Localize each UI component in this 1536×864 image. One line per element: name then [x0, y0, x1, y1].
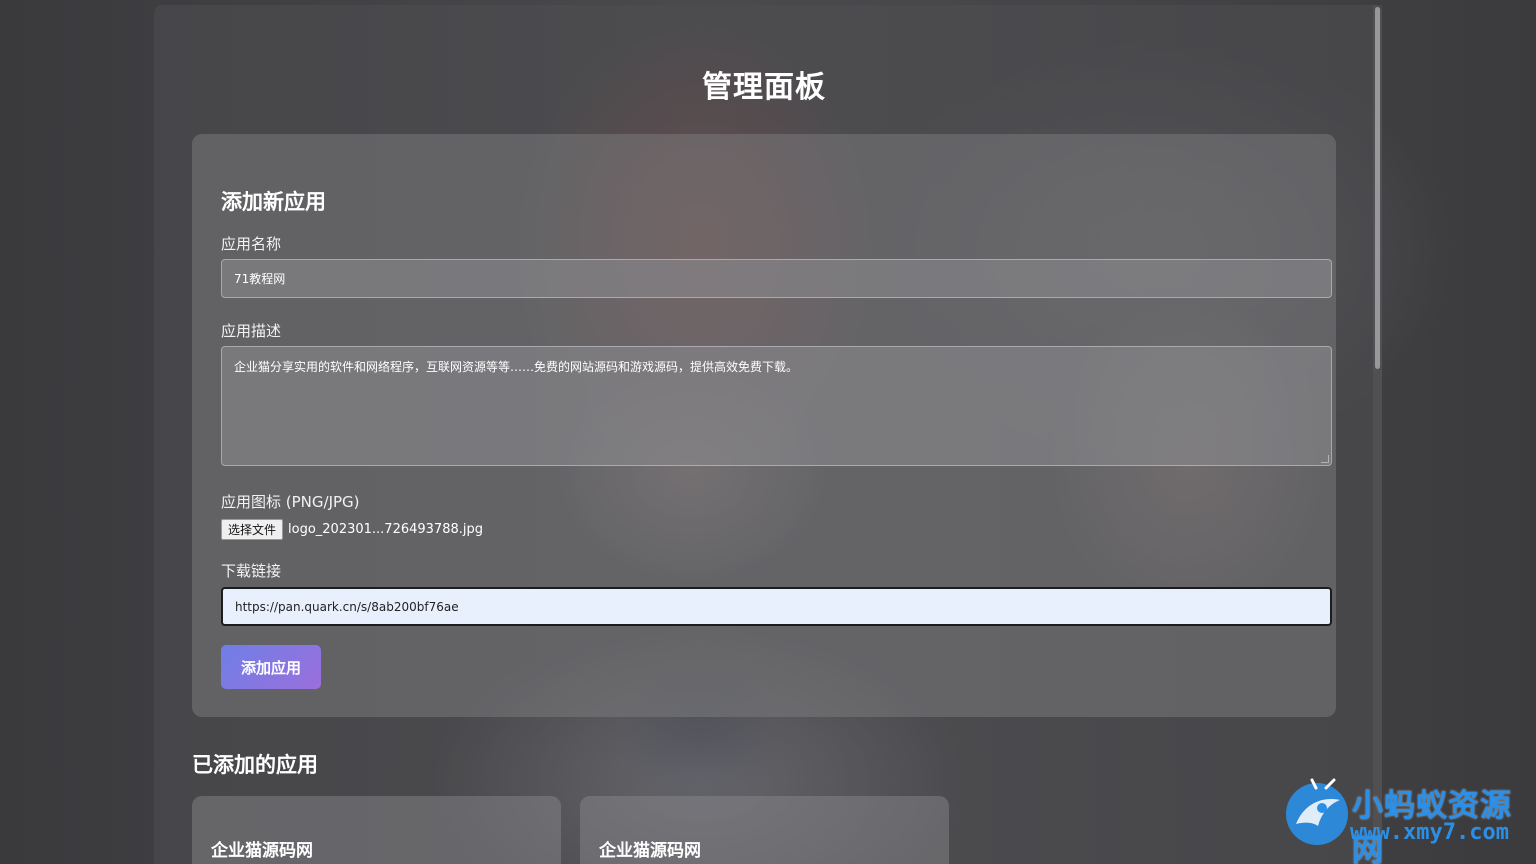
app-card-title: 企业猫源码网 [599, 841, 701, 861]
app-description-text: 企业猫分享实用的软件和网络程序，互联网资源等等……免费的网站源码和游戏源码，提供… [234, 360, 799, 374]
watermark: 小蚂蚁资源网 www.xmy7.com [1282, 778, 1536, 864]
resize-grip-icon[interactable] [1321, 455, 1329, 463]
page-title: 管理面板 [702, 70, 826, 105]
app-name-input[interactable] [221, 259, 1332, 298]
file-picker[interactable]: 选择文件 logo_202301...726493788.jpg [221, 518, 483, 540]
app-description-textarea[interactable]: 企业猫分享实用的软件和网络程序，互联网资源等等……免费的网站源码和游戏源码，提供… [221, 346, 1332, 466]
app-name-label: 应用名称 [221, 235, 282, 253]
app-card[interactable]: 企业猫源码网 [192, 796, 561, 864]
app-card-title: 企业猫源码网 [211, 841, 313, 861]
watermark-url: www.xmy7.com [1350, 820, 1509, 845]
add-app-button[interactable]: 添加应用 [221, 645, 321, 689]
app-icon-label: 应用图标 (PNG/JPG) [221, 493, 360, 511]
scrollbar-thumb[interactable] [1375, 7, 1380, 369]
app-description-label: 应用描述 [221, 322, 282, 340]
scrollbar[interactable] [1373, 5, 1382, 864]
ant-logo-icon [1286, 778, 1348, 845]
added-apps-title: 已添加的应用 [192, 753, 318, 777]
selected-file-name: logo_202301...726493788.jpg [288, 521, 483, 537]
download-link-label: 下载链接 [221, 562, 282, 580]
app-card[interactable]: 企业猫源码网 [580, 796, 949, 864]
form-title: 添加新应用 [221, 190, 326, 214]
choose-file-button[interactable]: 选择文件 [221, 518, 284, 540]
download-link-input[interactable] [221, 587, 1332, 626]
